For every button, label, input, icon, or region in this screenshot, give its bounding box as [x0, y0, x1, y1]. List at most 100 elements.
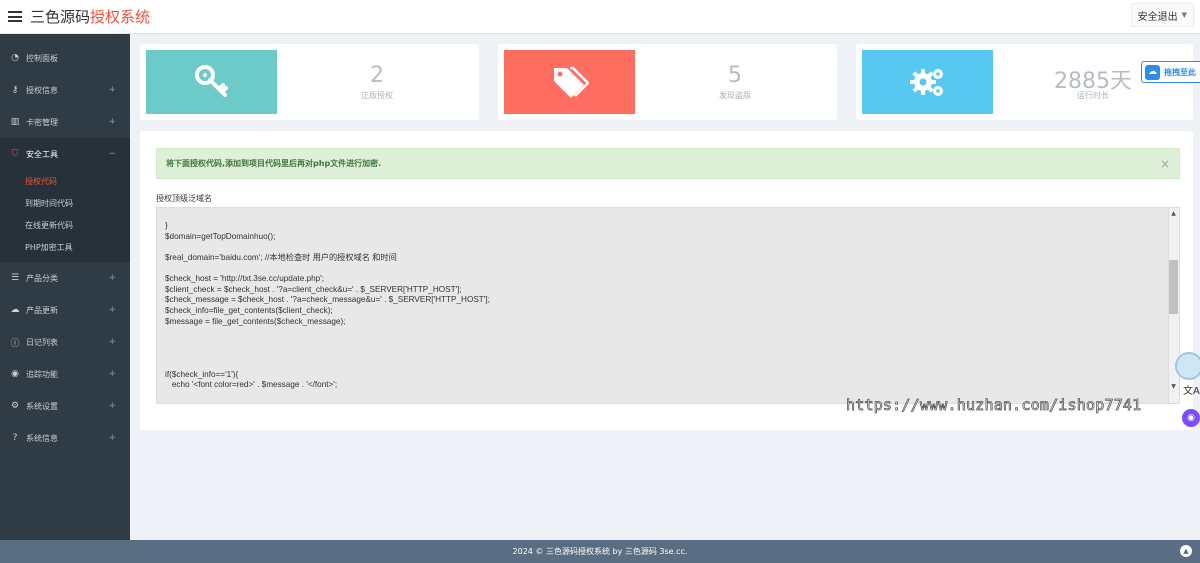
expand-plus-icon: +: [108, 117, 116, 127]
expand-plus-icon: +: [108, 85, 116, 95]
expand-plus-icon: +: [108, 433, 116, 443]
sidebar-item-system-info[interactable]: ? 系统信息 +: [0, 422, 130, 454]
sidebar-item-tracking[interactable]: ◉ 追踪功能 +: [0, 358, 130, 390]
code-content: return $domain; }$domain=getTopDomainhuo…: [165, 208, 490, 391]
sidebar-item-label: 产品分类: [26, 273, 58, 283]
submenu-item-license-code[interactable]: 授权代码: [0, 170, 130, 192]
expand-plus-icon: +: [108, 337, 116, 347]
code-line: $check_host = 'http://txt.3se.cc/update.…: [165, 274, 325, 284]
stat-label: 发现盗版: [719, 91, 751, 100]
scrollbar-thumb[interactable]: [1169, 260, 1178, 314]
key-icon: ⚷: [11, 85, 19, 95]
expand-plus-icon: +: [108, 401, 116, 411]
sidebar-item-label: 系统信息: [26, 433, 58, 443]
brand-suffix: 授权系统: [90, 8, 151, 26]
top-header: 三色源码授权系统 安全退出 ▼: [0, 0, 1200, 34]
footer-text: 2024 © 三色源码授权系统 by 三色源码 3se.cc.: [512, 547, 688, 556]
close-icon[interactable]: ×: [1160, 157, 1170, 171]
tags-icon: [553, 66, 589, 98]
code-line: echo '<font color=red>' . $message . '</…: [165, 380, 338, 390]
sidebar-item-label: 系统设置: [26, 401, 58, 411]
sidebar-item-label: 授权信息: [26, 85, 58, 95]
sidebar-item-card-keys[interactable]: ▥ 卡密管理 +: [0, 106, 130, 138]
submenu-item-label: 授权代码: [25, 176, 57, 186]
submenu-item-label: 到期时间代码: [25, 198, 73, 208]
stat-tile: [504, 50, 635, 114]
target-icon: ◉: [11, 369, 19, 379]
info-alert: 将下面授权代码,添加到项目代码里后再对php文件进行加密. ×: [156, 148, 1180, 179]
license-code-textarea[interactable]: return $domain; }$domain=getTopDomainhuo…: [156, 207, 1180, 404]
chevron-down-icon: ▼: [1181, 11, 1187, 19]
menu-toggle-icon[interactable]: [8, 11, 22, 22]
sidebar: ◔ 控制面板 ⚷ 授权信息 + ▥ 卡密管理 + ⛉ 安全工具 − 授权代码 到…: [0, 34, 130, 540]
submenu-item-update-code[interactable]: 在线更新代码: [0, 214, 130, 236]
submenu-item-label: PHP加密工具: [25, 242, 73, 252]
gears-icon: ⚙: [10, 401, 20, 411]
security-submenu: 授权代码 到期时间代码 在线更新代码 PHP加密工具: [0, 170, 130, 262]
sidebar-item-logs[interactable]: ⓘ 日记列表 +: [0, 326, 130, 358]
code-line: }: [165, 221, 168, 231]
chatbot-icon[interactable]: ◉: [1182, 409, 1200, 427]
footer: 2024 © 三色源码授权系统 by 三色源码 3se.cc. ▲: [0, 540, 1200, 563]
submenu-item-label: 在线更新代码: [25, 220, 73, 230]
code-line: $real_domain='baidu.com'; //本地检查时 用户的授权域…: [165, 252, 397, 262]
code-line: $message = file_get_contents($check_mess…: [165, 316, 346, 326]
main-panel: 将下面授权代码,添加到项目代码里后再对php文件进行加密. × 授权顶级泛域名 …: [140, 131, 1193, 430]
expand-plus-icon: +: [108, 369, 116, 379]
sidebar-item-label: 产品更新: [26, 305, 58, 315]
scroll-up-icon[interactable]: ▲: [1169, 209, 1178, 218]
sidebar-item-dashboard[interactable]: ◔ 控制面板: [0, 42, 130, 74]
sidebar-item-product-category[interactable]: ☰ 产品分类 +: [0, 262, 130, 294]
sidebar-item-label: 追踪功能: [26, 369, 58, 379]
shield-icon: ⛉: [11, 149, 19, 159]
code-line: $check_info=file_get_contents($client_ch…: [165, 305, 333, 315]
stat-tile: [146, 50, 277, 114]
drag-label: 拖拽至此: [1164, 67, 1196, 77]
stat-card-piracy: 5 发现盗版: [498, 44, 837, 120]
cloud-icon: ☁: [1145, 64, 1160, 80]
logout-button[interactable]: 安全退出 ▼: [1130, 3, 1194, 27]
brand-title: 三色源码授权系统: [30, 6, 150, 27]
sidebar-item-label: 日记列表: [26, 337, 58, 347]
submenu-item-php-encrypt[interactable]: PHP加密工具: [0, 236, 130, 258]
sidebar-item-label: 控制面板: [26, 53, 58, 63]
sidebar-item-security-tools[interactable]: ⛉ 安全工具 −: [0, 138, 130, 170]
brand-prefix: 三色源码: [30, 8, 91, 26]
key-icon: [194, 65, 228, 97]
field-label: 授权顶级泛域名: [156, 194, 212, 203]
translate-icon[interactable]: 文A: [1183, 382, 1200, 397]
dashboard-icon: ◔: [11, 53, 19, 63]
collapse-minus-icon: −: [108, 149, 116, 159]
scroll-down-icon[interactable]: ▼: [1169, 382, 1178, 391]
sidebar-item-label: 安全工具: [26, 149, 58, 159]
question-icon: ?: [12, 433, 18, 443]
watermark-text: https://www.huzhan.com/ishop7741: [846, 396, 1142, 415]
stat-tile: [862, 50, 993, 114]
gears-icon: [909, 69, 943, 96]
stat-value: 5: [728, 63, 742, 88]
sidebar-item-product-update[interactable]: ☁ 产品更新 +: [0, 294, 130, 326]
code-line: $check_message = $check_host . '?a=check…: [165, 295, 490, 305]
info-icon: ⓘ: [10, 338, 20, 349]
back-to-top-icon[interactable]: ▲: [1180, 545, 1192, 557]
sidebar-item-license-info[interactable]: ⚷ 授权信息 +: [0, 74, 130, 106]
submenu-item-expiry-code[interactable]: 到期时间代码: [0, 192, 130, 214]
assistant-avatar[interactable]: [1175, 352, 1200, 380]
code-line: $domain=getTopDomainhuo();: [165, 231, 276, 241]
code-line: if($check_info=='1'){: [165, 369, 239, 379]
stat-card-licenses: 2 正版授权: [140, 44, 479, 120]
expand-plus-icon: +: [108, 273, 116, 283]
sidebar-item-label: 卡密管理: [26, 117, 58, 127]
cloud-upload-icon: ☁: [10, 305, 20, 315]
expand-plus-icon: +: [108, 305, 116, 315]
drag-upload-widget[interactable]: ☁ 拖拽至此: [1141, 61, 1200, 83]
stat-label: 运行时长: [1077, 91, 1109, 100]
sidebar-item-system-settings[interactable]: ⚙ 系统设置 +: [0, 390, 130, 422]
logout-label: 安全退出: [1137, 11, 1178, 23]
